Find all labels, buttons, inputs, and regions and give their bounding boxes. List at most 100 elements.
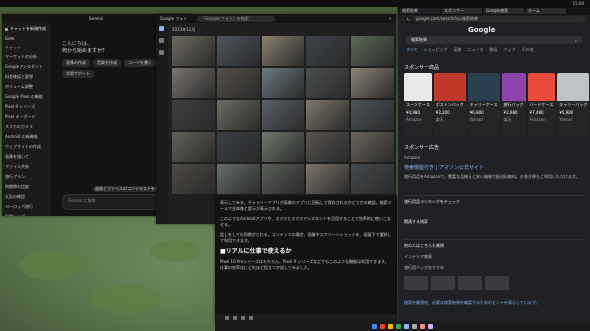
list-icon[interactable] <box>249 316 253 320</box>
search-filter[interactable]: すべて <box>406 47 418 53</box>
photo-thumbnail[interactable] <box>172 164 215 194</box>
gemini-icon[interactable] <box>404 323 409 329</box>
faq-item[interactable]: 旅行用バッグおすすめ <box>404 265 584 271</box>
related-title[interactable]: 関連する検索 <box>404 219 584 225</box>
photo-thumbnail[interactable] <box>216 36 260 66</box>
product-card[interactable]: ハードケース ¥7,480 Amazon <box>527 73 556 137</box>
photo-thumbnail[interactable] <box>172 36 215 66</box>
recent-chat-item[interactable]: 料金確認と要望 <box>5 74 47 80</box>
photo-thumbnail[interactable] <box>172 132 215 162</box>
thumb-image[interactable] <box>458 276 482 290</box>
photo-thumbnail[interactable] <box>306 36 350 66</box>
play-store-icon[interactable] <box>428 323 433 329</box>
photo-thumbnail[interactable] <box>351 132 394 162</box>
photo-thumbnail[interactable] <box>172 100 215 130</box>
recent-chat-item[interactable]: 天気の確認 <box>5 194 47 200</box>
launcher-icon[interactable] <box>372 323 377 329</box>
photo-thumbnail[interactable] <box>216 132 260 162</box>
search-filter[interactable]: 画像 <box>454 47 462 53</box>
recent-chat-item[interactable]: Pixel 9 シリーズ <box>5 104 47 110</box>
thumb-image[interactable] <box>404 276 428 290</box>
product-card[interactable]: ボストンバッグ ¥3,200 楽天 <box>433 73 466 137</box>
bold-icon[interactable] <box>225 316 229 320</box>
back-icon[interactable]: ‹ <box>402 17 404 22</box>
ranking-title[interactable]: 旅行用品ランキングをチェック <box>404 199 584 205</box>
browser-tab[interactable]: 検索結果 <box>400 8 440 14</box>
photo-thumbnail[interactable] <box>216 164 260 194</box>
recent-chat-item[interactable]: Google Pixel の機能 <box>5 94 47 100</box>
recent-chat-item[interactable]: スマホのカメラ <box>5 124 47 130</box>
photos-search-input[interactable]: 「Google フォト」を検索 <box>197 15 276 22</box>
share-icon[interactable] <box>159 50 164 55</box>
recent-chat-item[interactable]: 画像を描いて <box>5 154 47 160</box>
reload-icon[interactable]: ↻ <box>407 17 410 22</box>
suggestion-chip[interactable]: 学習サポート <box>62 70 94 78</box>
search-icon[interactable]: ⌕ <box>575 38 577 43</box>
photo-thumbnail[interactable] <box>261 36 305 66</box>
photo-thumbnail[interactable] <box>351 100 394 130</box>
recent-chat-item[interactable]: 料理レシピ <box>5 214 47 216</box>
photo-thumbnail[interactable] <box>216 100 260 130</box>
google-logo[interactable]: Google <box>468 26 496 34</box>
product-card[interactable]: キャリーバッグ ¥5,980 Yahoo! <box>557 73 590 137</box>
thumb-image[interactable] <box>485 276 509 290</box>
recent-chat-item[interactable]: Googleアシスタント <box>5 64 47 70</box>
product-card[interactable]: キャリーケース ¥6,800 Yahoo! <box>467 73 500 137</box>
product-store: 楽天 <box>503 117 512 122</box>
recent-chat-item[interactable]: ボリューム調整 <box>5 84 47 90</box>
photo-thumbnail[interactable] <box>261 164 305 194</box>
photo-thumbnail[interactable] <box>306 100 350 130</box>
search-filter[interactable]: 動画 <box>489 47 497 53</box>
gems-item[interactable]: Gem <box>5 36 47 41</box>
product-card[interactable]: 旅行バッグ ¥2,980 楽天 <box>501 73 526 137</box>
chrome-icon[interactable] <box>380 323 385 329</box>
photo-thumbnail[interactable] <box>351 164 394 194</box>
browser-tab[interactable]: ホーム <box>526 8 566 14</box>
photo-thumbnail[interactable] <box>351 68 394 98</box>
settings-icon[interactable] <box>412 323 417 329</box>
faq-item[interactable]: インテリア雑貨 <box>404 254 584 260</box>
suggestion-chip[interactable]: 音楽を作成 <box>93 59 121 67</box>
search-box[interactable]: 検索結果 ⌕ <box>406 36 582 44</box>
recent-chat-item[interactable]: マーケットの分析 <box>5 54 47 60</box>
photo-thumbnail[interactable] <box>351 36 394 66</box>
recent-chat-item[interactable]: ウェブサイトの作成 <box>5 144 47 150</box>
suggestion-chip[interactable]: コードを書く <box>124 59 156 67</box>
thumb-image[interactable] <box>431 276 455 290</box>
product-card[interactable]: スーツケース ¥4,980 Amazon <box>404 73 432 137</box>
search-filter[interactable]: その他 <box>521 47 533 53</box>
browser-tab[interactable]: Google検索 <box>484 8 524 14</box>
photo-thumbnail[interactable] <box>172 68 215 98</box>
search-filter[interactable]: ニュース <box>468 47 484 53</box>
search-filter[interactable]: ウェブ <box>503 47 515 53</box>
recent-chat-item[interactable]: ヨーロッパ旅行 <box>5 204 47 210</box>
close-icon[interactable]: ✕ <box>389 16 392 21</box>
youtube-icon[interactable] <box>420 323 425 329</box>
photo-thumbnail[interactable] <box>261 68 305 98</box>
ad-title[interactable]: 検索機能付き | アマゾン公式サイト <box>404 164 584 171</box>
photo-thumbnail[interactable] <box>306 132 350 162</box>
recent-chat-item[interactable]: 時間帯の比較 <box>5 184 47 190</box>
photos-app-icon[interactable] <box>396 323 401 329</box>
recent-chat-item[interactable]: ファイル共有 <box>5 164 47 170</box>
recent-chat-item[interactable]: 旅行プラン <box>5 174 47 180</box>
bottom-hint-link[interactable]: 検索を最適化、必要な検索結果を確認するためのヒントを表示しています。 <box>404 300 584 305</box>
suggestion-chip[interactable]: 画像の作成 <box>62 59 90 67</box>
photo-thumbnail[interactable] <box>261 132 305 162</box>
link-icon[interactable] <box>241 316 245 320</box>
album-icon[interactable] <box>159 38 164 43</box>
files-icon[interactable] <box>388 323 393 329</box>
recent-chat-item[interactable]: Android の新機能 <box>5 134 47 140</box>
photo-thumbnail[interactable] <box>216 68 260 98</box>
search-filter[interactable]: ショッピング <box>424 47 448 53</box>
photo-thumbnail[interactable] <box>306 68 350 98</box>
address-bar[interactable]: google.com/search?q=検索結果 <box>412 16 586 22</box>
ad-result[interactable]: Amazon 検索機能付き | アマゾン公式サイト 旅行用品をAmazonで。豊… <box>404 155 584 179</box>
photos-icon[interactable] <box>159 26 164 31</box>
recent-chat-item[interactable]: Pixel キーボード <box>5 114 47 120</box>
italic-icon[interactable] <box>233 316 237 320</box>
photo-thumbnail[interactable] <box>306 164 350 194</box>
browser-tab[interactable]: スポンサー <box>442 8 482 14</box>
new-chat-button[interactable]: チャットを新規作成 <box>5 26 47 32</box>
photo-thumbnail[interactable] <box>261 100 305 130</box>
